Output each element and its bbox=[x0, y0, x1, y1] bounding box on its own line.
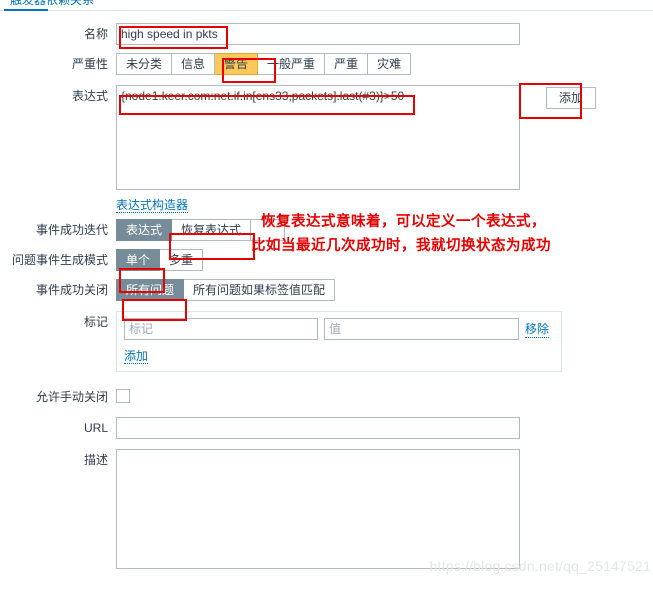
tag-value-input[interactable] bbox=[324, 318, 519, 340]
problem-event-mode-option-single[interactable]: 单个 bbox=[116, 249, 161, 271]
tab-strip: 触发器 依赖关系 bbox=[0, 0, 653, 11]
allow-manual-close-label: 允许手动关闭 bbox=[35, 390, 108, 404]
name-label: 名称 bbox=[83, 27, 108, 41]
ok-event-generation-option-recovery-expression[interactable]: 恢复表达式 bbox=[172, 219, 252, 241]
severity-option-not-classified[interactable]: 未分类 bbox=[116, 53, 173, 75]
problem-event-mode-option-multiple[interactable]: 多重 bbox=[160, 249, 204, 271]
problem-event-generation-mode-button-group: 单个 多重 bbox=[116, 249, 204, 271]
expression-textarea[interactable] bbox=[116, 85, 520, 190]
description-textarea[interactable] bbox=[116, 449, 520, 569]
name-input[interactable] bbox=[116, 23, 520, 45]
tag-add-link[interactable]: 添加 bbox=[124, 349, 149, 364]
field-row-name: 名称 bbox=[0, 23, 653, 45]
tag-name-input[interactable] bbox=[124, 318, 318, 340]
annotation-note-line2: 比如当最近几次成功时，我就切换状态为成功 bbox=[251, 238, 551, 254]
ok-event-generation-option-expression[interactable]: 表达式 bbox=[116, 219, 173, 241]
expression-constructor-link[interactable]: 表达式构造器 bbox=[116, 198, 189, 213]
severity-label: 严重性 bbox=[71, 57, 108, 71]
severity-option-information[interactable]: 信息 bbox=[172, 53, 216, 75]
severity-option-average[interactable]: 一般严重 bbox=[258, 53, 326, 75]
csdn-watermark: https://blog.csdn.net/qq_25147521 bbox=[429, 558, 651, 574]
tags-label: 标记 bbox=[83, 315, 108, 329]
ok-event-closes-label: 事件成功关闭 bbox=[35, 283, 108, 297]
field-row-tags: 标记 移除 添加 bbox=[0, 311, 653, 372]
tag-remove-link[interactable]: 移除 bbox=[525, 320, 550, 338]
ok-event-generation-label: 事件成功迭代 bbox=[35, 223, 108, 237]
ok-event-closes-option-tag-match[interactable]: 所有问题如果标签值匹配 bbox=[184, 279, 336, 301]
ok-event-closes-button-group: 所有问题 所有问题如果标签值匹配 bbox=[116, 279, 336, 301]
field-row-ok-event-closes: 事件成功关闭 所有问题 所有问题如果标签值匹配 bbox=[0, 279, 653, 301]
field-row-allow-manual-close: 允许手动关闭 bbox=[0, 386, 653, 408]
url-input[interactable] bbox=[116, 417, 520, 439]
severity-option-warning[interactable]: 警告 bbox=[215, 53, 259, 75]
trigger-config-form: 名称 严重性 未分类 信息 警告 一般严重 严重 灾难 表达式 添加 bbox=[0, 11, 653, 580]
tag-row: 移除 bbox=[124, 318, 554, 340]
annotation-note-line1: 恢复表达式意味着，可以定义一个表达式， bbox=[261, 214, 546, 230]
tag-add-row: 添加 bbox=[124, 347, 554, 364]
allow-manual-close-checkbox[interactable] bbox=[116, 389, 130, 403]
expression-label: 表达式 bbox=[71, 89, 108, 103]
tab-dependencies[interactable]: 依赖关系 bbox=[42, 0, 98, 8]
field-row-severity: 严重性 未分类 信息 警告 一般严重 严重 灾难 bbox=[0, 53, 653, 75]
tags-box: 移除 添加 bbox=[116, 311, 562, 372]
problem-event-generation-mode-label: 问题事件生成模式 bbox=[11, 253, 108, 267]
url-label: URL bbox=[83, 421, 108, 435]
severity-button-group: 未分类 信息 警告 一般严重 严重 灾难 bbox=[116, 53, 412, 75]
severity-option-high[interactable]: 严重 bbox=[325, 53, 369, 75]
field-row-description: 描述 bbox=[0, 449, 653, 572]
description-label: 描述 bbox=[83, 453, 108, 467]
field-row-url: URL bbox=[0, 417, 653, 439]
field-row-expression: 表达式 添加 bbox=[0, 85, 653, 190]
ok-event-closes-option-all-problems[interactable]: 所有问题 bbox=[116, 279, 185, 301]
add-expression-button[interactable]: 添加 bbox=[546, 87, 597, 109]
severity-option-disaster[interactable]: 灾难 bbox=[368, 53, 412, 75]
